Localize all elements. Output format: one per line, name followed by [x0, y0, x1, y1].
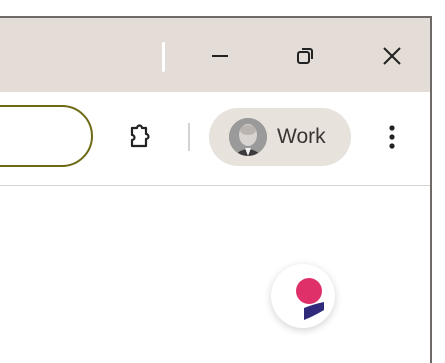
minimize-button[interactable]	[198, 36, 242, 76]
close-button[interactable]	[370, 36, 414, 76]
minimize-icon	[212, 55, 228, 57]
restore-icon	[297, 48, 313, 64]
floating-assistant-button[interactable]	[271, 264, 335, 328]
browser-toolbar: Work	[0, 92, 430, 186]
browser-window: Work	[0, 16, 432, 363]
restore-button[interactable]	[283, 36, 327, 76]
puzzle-icon	[130, 124, 150, 148]
address-bar[interactable]	[0, 105, 93, 167]
close-icon	[383, 47, 401, 65]
avatar	[229, 118, 267, 156]
profile-button[interactable]: Work	[209, 108, 351, 166]
page-content	[0, 186, 430, 363]
more-vert-icon	[389, 125, 395, 149]
tab-strip-separator	[162, 42, 165, 72]
profile-name: Work	[277, 125, 326, 148]
assistant-icon	[296, 278, 324, 320]
title-bar	[0, 18, 430, 92]
toolbar-divider	[188, 123, 190, 151]
browser-menu-button[interactable]	[380, 117, 404, 157]
extensions-button[interactable]	[122, 120, 156, 154]
